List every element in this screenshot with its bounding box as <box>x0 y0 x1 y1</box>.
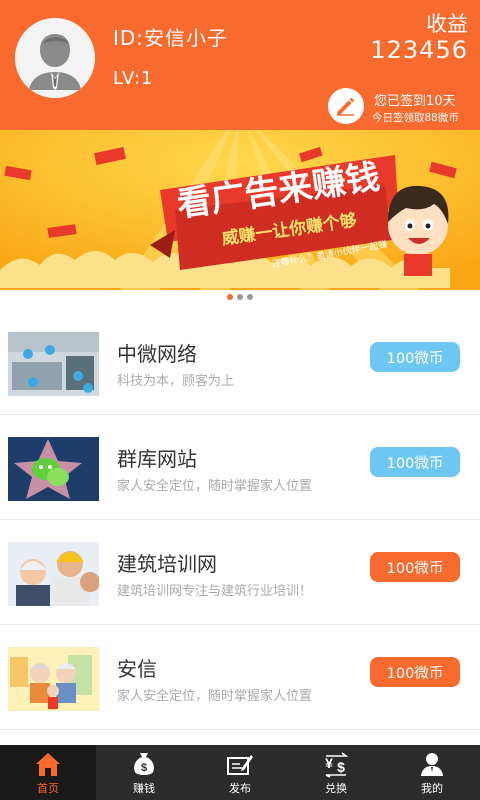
wechat-star-icon <box>8 437 99 501</box>
svg-text:$: $ <box>141 762 147 774</box>
user-level: LV:1 <box>113 68 154 89</box>
nav-label: 首页 <box>37 781 59 795</box>
pagination-dot[interactable] <box>237 294 243 300</box>
publish-icon <box>227 754 253 775</box>
family-cartoon-icon <box>8 647 99 711</box>
ad-banner[interactable]: 看广告来赚钱 威赚一让你赚个够 还等什么？邀请小伙伴一起赚 <box>0 130 480 290</box>
item-title: 中微网络 <box>117 342 197 366</box>
home-icon <box>36 752 60 776</box>
item-title: 建筑培训网 <box>117 552 217 576</box>
item-description: 建筑培训网专注与建筑行业培训！ <box>117 584 313 599</box>
checkin-days: 您已签到10天 <box>374 94 456 109</box>
svg-text:¥: ¥ <box>325 755 333 771</box>
item-thumbnail <box>8 647 99 711</box>
user-icon <box>421 752 443 776</box>
item-thumbnail <box>8 437 99 501</box>
svg-text:$: $ <box>337 759 345 775</box>
list-item[interactable]: 安信 家人安全定位，随时掌握家人位置 100微币 <box>0 625 480 730</box>
list-item[interactable]: 建筑培训网 建筑培训网专注与建筑行业培训！ 100微币 <box>0 520 480 625</box>
pagination-dot-active[interactable] <box>227 294 233 300</box>
nav-mine[interactable]: 我的 <box>384 745 480 800</box>
coin-reward-button[interactable]: 100微币 <box>370 657 460 687</box>
nav-label: 我的 <box>421 781 443 795</box>
item-description: 家人安全定位，随时掌握家人位置 <box>117 479 313 494</box>
nav-home[interactable]: 首页 <box>0 745 96 800</box>
income-value: 123456 <box>370 36 468 64</box>
coin-reward-button[interactable]: 100微币 <box>370 552 460 582</box>
item-thumbnail <box>8 542 99 606</box>
nav-publish[interactable]: 发布 <box>192 745 288 800</box>
money-bag-icon: $ <box>134 752 154 775</box>
list-item[interactable]: 群库网站 家人安全定位，随时掌握家人位置 100微币 <box>0 415 480 520</box>
item-title: 群库网站 <box>117 447 197 471</box>
user-avatar-icon <box>15 18 95 98</box>
nav-earn[interactable]: $ 赚钱 <box>96 745 192 800</box>
item-description: 科技为本，顾客为上 <box>117 374 235 389</box>
tech-network-icon <box>8 332 99 396</box>
bottom-nav: 首页 $ 赚钱 发布 ¥ $ 兑换 我的 <box>0 745 480 800</box>
nav-label: 发布 <box>229 781 251 795</box>
coin-reward-button[interactable]: 100微币 <box>370 447 460 477</box>
pagination-dot[interactable] <box>247 294 253 300</box>
coin-reward-button[interactable]: 100微币 <box>370 342 460 372</box>
checkin-reward: 今日签领取88微币 <box>372 112 459 124</box>
banner-graphic: 看广告来赚钱 威赚一让你赚个够 还等什么？邀请小伙伴一起赚 <box>0 130 480 290</box>
nav-label: 赚钱 <box>133 781 155 795</box>
profile-header: ID:安信小子 LV:1 收益 123456 您已签到10天 今日签领取88微币 <box>0 0 480 130</box>
banner-pagination <box>0 294 480 304</box>
income-label: 收益 <box>426 12 468 36</box>
item-title: 安信 <box>117 657 157 681</box>
user-id: ID:安信小子 <box>113 26 229 50</box>
checkin-widget[interactable]: 您已签到10天 今日签领取88微币 <box>328 84 480 130</box>
avatar[interactable] <box>15 18 95 98</box>
list-item[interactable]: 中微网络 科技为本，顾客为上 100微币 <box>0 310 480 415</box>
construction-workers-icon <box>8 542 99 606</box>
item-description: 家人安全定位，随时掌握家人位置 <box>117 689 313 704</box>
nav-label: 兑换 <box>325 781 347 795</box>
nav-exchange[interactable]: ¥ $ 兑换 <box>288 745 384 800</box>
item-thumbnail <box>8 332 99 396</box>
sign-in-icon[interactable] <box>328 88 364 124</box>
exchange-icon: ¥ $ <box>325 751 349 778</box>
ad-list: 中微网络 科技为本，顾客为上 100微币 群库网站 家人安全定位，随时掌握家人位… <box>0 310 480 730</box>
